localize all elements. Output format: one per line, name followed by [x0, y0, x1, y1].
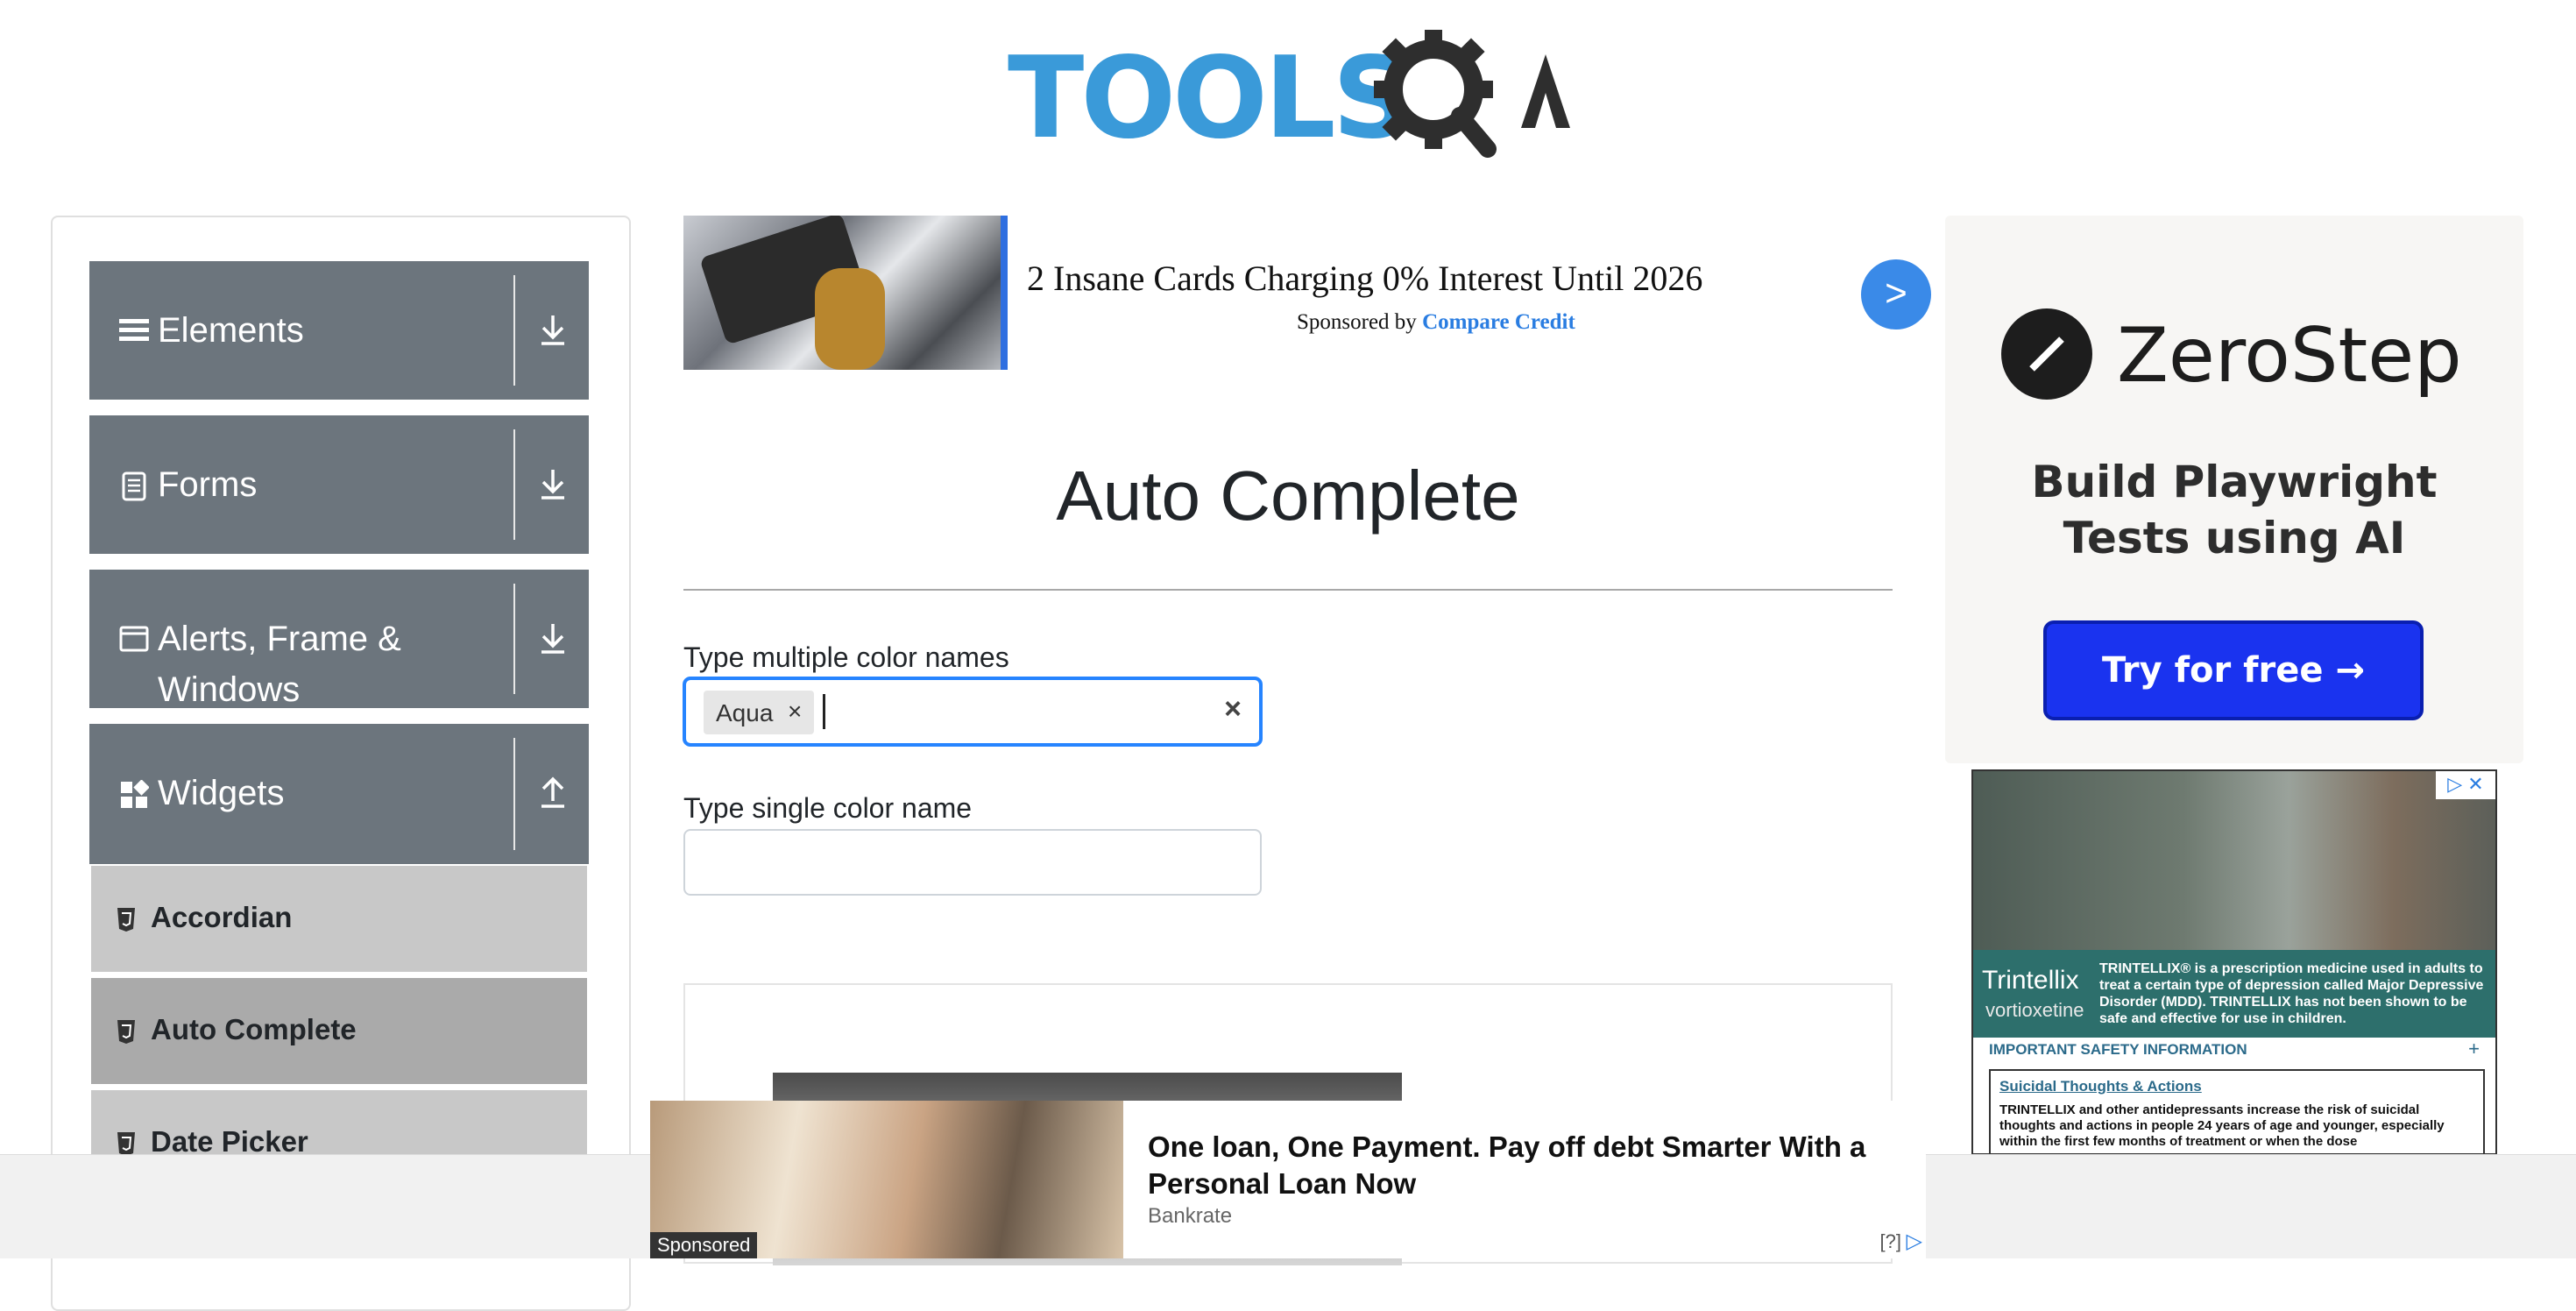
safety-info-box: Suicidal Thoughts & Actions TRINTELLIX a… [1989, 1069, 2485, 1153]
bottom-ad[interactable]: Sponsored One loan, One Payment. Pay off… [650, 1101, 1926, 1258]
sidebar-group-label: Widgets [158, 774, 285, 812]
multi-color-input[interactable]: Aqua × × [683, 677, 1262, 746]
sidebar-group-label: Elements [158, 311, 304, 350]
ad-image-woman[interactable] [1973, 771, 2495, 950]
sidebar-group-label: Forms [158, 465, 258, 504]
ad-image-credit-card[interactable] [683, 216, 1001, 370]
ad-source: Bankrate [1148, 1204, 1233, 1228]
zerostep-brand: ZeroStep [2117, 312, 2462, 400]
divider [513, 584, 515, 694]
ad-accent-bar [1001, 216, 1008, 370]
divider [513, 738, 515, 850]
toolsqa-logo[interactable]: TOOLS QA [1008, 26, 1577, 164]
sidebar-group-widgets[interactable]: Widgets [89, 724, 589, 864]
title-divider [683, 589, 1893, 591]
expand-icon[interactable]: + [2468, 1038, 2480, 1060]
download-arrow-icon[interactable] [531, 463, 575, 507]
tagline-line-2: Tests using AI [2063, 513, 2406, 563]
sidebar-group-label: Alerts, Frame & Windows [158, 620, 401, 708]
tagline-line-1: Build Playwright [2031, 457, 2438, 507]
page-title: Auto Complete [1056, 457, 1520, 535]
sidebar-item-label: Accordian [151, 901, 293, 933]
right-ad-zerostep[interactable]: ZeroStep Build Playwright Tests using AI… [1945, 216, 2523, 763]
logo-text-tools: TOOLS [1008, 33, 1413, 164]
color-chip: Aqua × [704, 691, 814, 734]
divider [513, 429, 515, 540]
try-for-free-button[interactable]: Try for free → [2043, 620, 2424, 720]
right-ad-trintellix[interactable]: ▷ ✕ Trintellix vortioxetine TRINTELLIX® … [1971, 769, 2497, 1155]
ad-brand-band: Trintellix vortioxetine TRINTELLIX® is a… [1973, 950, 2495, 1038]
single-color-label: Type single color name [683, 792, 973, 824]
html5-icon [117, 1020, 135, 1044]
top-banner-ad[interactable]: 2 Insane Cards Charging 0% Interest Unti… [683, 216, 1932, 373]
ad-sponsor: Sponsored by Compare Credit [1297, 310, 1575, 335]
text-caret [823, 694, 825, 729]
safety-box-heading[interactable]: Suicidal Thoughts & Actions [1999, 1078, 2202, 1095]
html5-icon [117, 908, 135, 932]
ad-brand-sub: vortioxetine [1985, 999, 2084, 1021]
multi-color-label: Type multiple color names [683, 641, 1009, 673]
upload-arrow-icon[interactable] [531, 771, 575, 815]
sidebar-group-forms[interactable]: Forms [89, 415, 589, 554]
safety-info-heading: IMPORTANT SAFETY INFORMATION [1989, 1041, 2247, 1058]
hamburger-icon [119, 319, 149, 341]
ad-title[interactable]: 2 Insane Cards Charging 0% Interest Unti… [1027, 258, 1702, 299]
ad-sponsor-prefix: Sponsored by [1297, 310, 1423, 334]
sponsored-badge: Sponsored [650, 1232, 758, 1258]
sidebar-item-accordian[interactable]: Accordian [91, 866, 587, 974]
sidebar-item-auto-complete[interactable]: Auto Complete [91, 978, 587, 1087]
zerostep-tagline: Build Playwright Tests using AI [1945, 454, 2523, 566]
sidebar-group-elements[interactable]: Elements [89, 261, 589, 400]
ad-title[interactable]: One loan, One Payment. Pay off debt Smar… [1148, 1129, 1901, 1202]
ad-sponsor-name[interactable]: Compare Credit [1422, 310, 1575, 334]
safety-box-text: TRINTELLIX and other antidepressants inc… [1999, 1102, 2445, 1149]
divider [513, 275, 515, 386]
adchoices-icon[interactable]: ▷ [1907, 1229, 1922, 1254]
widgets-icon [121, 780, 149, 808]
document-icon [122, 471, 146, 501]
left-sidebar: Elements Forms Alerts, Frame & Windows W… [51, 216, 631, 1311]
adchoices-close-icon[interactable]: ▷ ✕ [2436, 771, 2495, 799]
ad-brand: Trintellix [1982, 966, 2079, 995]
chip-remove-button[interactable]: × [788, 698, 802, 726]
ad-next-button[interactable]: > [1861, 259, 1931, 330]
window-icon [119, 626, 149, 652]
html5-icon [117, 1132, 135, 1156]
clear-all-icon[interactable]: × [1224, 692, 1242, 726]
ad-help-link[interactable]: [?] [1880, 1230, 1901, 1253]
sidebar-group-alerts-frame-windows[interactable]: Alerts, Frame & Windows [89, 570, 589, 708]
credit-card-illustration [701, 216, 885, 370]
zerostep-logo-icon [2001, 308, 2092, 400]
gear-magnifier-icon [1374, 30, 1570, 158]
chip-label: Aqua [716, 699, 774, 726]
single-color-input[interactable] [683, 829, 1262, 896]
sidebar-item-label: Auto Complete [151, 1013, 357, 1045]
ad-description: TRINTELLIX® is a prescription medicine u… [2099, 961, 2484, 1026]
download-arrow-icon[interactable] [531, 617, 575, 661]
download-arrow-icon[interactable] [531, 308, 575, 352]
